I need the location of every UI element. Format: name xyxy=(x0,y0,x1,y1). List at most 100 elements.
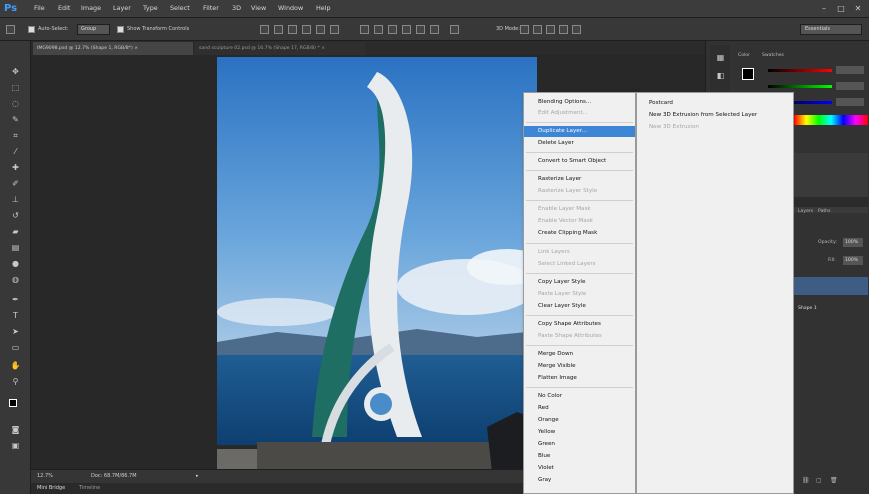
menu-view[interactable]: View xyxy=(251,3,266,14)
lasso-tool-icon[interactable]: ◌ xyxy=(9,97,22,110)
align-vcenter-icon[interactable] xyxy=(274,25,283,34)
menu-item-red[interactable]: Red xyxy=(524,403,635,414)
quick-mask-icon[interactable]: ◙ xyxy=(9,423,22,436)
minimize-button[interactable]: – xyxy=(818,3,830,14)
blur-tool-icon[interactable]: ● xyxy=(9,257,22,270)
green-slider[interactable] xyxy=(768,85,832,88)
menu-item-green[interactable]: Green xyxy=(524,439,635,450)
menu-item-duplicate-layer[interactable]: Duplicate Layer... xyxy=(524,126,635,137)
3d-slide-icon[interactable] xyxy=(559,25,568,34)
tab-document-2[interactable]: sand sculpture 02.psd @ 16.7% (Shape 17,… xyxy=(195,42,365,55)
menu-item-rasterize-layer[interactable]: Rasterize Layer xyxy=(524,174,635,185)
brush-tool-icon[interactable]: ✐ xyxy=(9,177,22,190)
workspace-dropdown[interactable]: Essentials xyxy=(800,24,862,35)
tab-close-icon[interactable]: × xyxy=(321,46,325,51)
distribute-right-icon[interactable] xyxy=(430,25,439,34)
3d-pan-icon[interactable] xyxy=(546,25,555,34)
link-layers-icon[interactable]: ⛓ xyxy=(802,477,810,484)
move-tool-icon[interactable] xyxy=(6,25,15,34)
tab-layers[interactable]: Layers xyxy=(798,207,813,216)
gradient-tool-icon[interactable]: ▤ xyxy=(9,241,22,254)
menu-item-edit-adjustment[interactable]: Edit Adjustment... xyxy=(524,108,635,119)
menu-item-violet[interactable]: Violet xyxy=(524,463,635,474)
red-slider[interactable] xyxy=(768,69,832,72)
tab-color[interactable]: Color xyxy=(738,51,750,60)
eraser-tool-icon[interactable]: ▰ xyxy=(9,225,22,238)
menu-item-convert-smart-object[interactable]: Convert to Smart Object xyxy=(524,156,635,167)
menu-edit[interactable]: Edit xyxy=(58,3,70,14)
tab-timeline[interactable]: Timeline xyxy=(79,485,100,491)
menu-layer[interactable]: Layer xyxy=(113,3,131,14)
menu-item-delete-layer[interactable]: Delete Layer xyxy=(524,138,635,149)
distribute-vcenter-icon[interactable] xyxy=(374,25,383,34)
hand-tool-icon[interactable]: ✋ xyxy=(9,359,22,372)
fill-field[interactable]: 100% xyxy=(843,256,863,265)
healing-brush-tool-icon[interactable]: ✚ xyxy=(9,161,22,174)
menu-file[interactable]: File xyxy=(34,3,45,14)
color-spectrum[interactable] xyxy=(794,115,868,125)
menu-item-orange[interactable]: Orange xyxy=(524,415,635,426)
menu-select[interactable]: Select xyxy=(170,3,190,14)
menu-item-clear-layer-style[interactable]: Clear Layer Style xyxy=(524,301,635,312)
menu-item-merge-visible[interactable]: Merge Visible xyxy=(524,361,635,372)
dodge-tool-icon[interactable]: ◍ xyxy=(9,273,22,286)
menu-3d[interactable]: 3D xyxy=(232,3,241,14)
menu-image[interactable]: Image xyxy=(81,3,101,14)
pen-tool-icon[interactable]: ✒ xyxy=(9,293,22,306)
menu-item-merge-down[interactable]: Merge Down xyxy=(524,349,635,360)
move-tool-icon[interactable]: ✥ xyxy=(9,65,22,78)
maximize-button[interactable]: □ xyxy=(835,3,847,14)
green-value-field[interactable] xyxy=(836,82,864,90)
close-button[interactable]: ✕ xyxy=(852,3,864,14)
menu-item-postcard[interactable]: Postcard xyxy=(637,97,793,109)
crop-tool-icon[interactable]: ⌗ xyxy=(9,129,22,142)
foreground-color-swatch[interactable] xyxy=(742,68,754,80)
menu-item-no-color[interactable]: No Color xyxy=(524,391,635,402)
path-selection-tool-icon[interactable]: ➤ xyxy=(9,325,22,338)
menu-item-yellow[interactable]: Yellow xyxy=(524,427,635,438)
menu-type[interactable]: Type xyxy=(143,3,158,14)
delete-layer-icon[interactable]: 🗑 xyxy=(830,477,838,484)
menu-help[interactable]: Help xyxy=(316,3,331,14)
auto-align-icon[interactable] xyxy=(450,25,459,34)
screen-mode-icon[interactable]: ▣ xyxy=(9,439,22,452)
menu-item-copy-layer-style[interactable]: Copy Layer Style xyxy=(524,277,635,288)
menu-item-blue[interactable]: Blue xyxy=(524,451,635,462)
menu-item-enable-vector-mask[interactable]: Enable Vector Mask xyxy=(524,216,635,227)
menu-item-paste-layer-style[interactable]: Paste Layer Style xyxy=(524,289,635,300)
3d-rotate-icon[interactable] xyxy=(520,25,529,34)
menu-item-enable-layer-mask[interactable]: Enable Layer Mask xyxy=(524,204,635,215)
align-hcenter-icon[interactable] xyxy=(316,25,325,34)
marquee-tool-icon[interactable]: ⬚ xyxy=(9,81,22,94)
distribute-bottom-icon[interactable] xyxy=(388,25,397,34)
menu-filter[interactable]: Filter xyxy=(203,3,219,14)
align-top-icon[interactable] xyxy=(260,25,269,34)
properties-panel-icon[interactable]: ◧ xyxy=(714,69,727,82)
blue-value-field[interactable] xyxy=(836,98,864,106)
auto-select-dropdown[interactable]: Group xyxy=(77,24,110,35)
distribute-hcenter-icon[interactable] xyxy=(416,25,425,34)
align-right-icon[interactable] xyxy=(330,25,339,34)
zoom-tool-icon[interactable]: ⚲ xyxy=(9,375,22,388)
menu-item-paste-shape-attributes[interactable]: Paste Shape Attributes xyxy=(524,331,635,342)
history-panel-icon[interactable]: ▦ xyxy=(714,51,727,64)
eyedropper-tool-icon[interactable]: ⁄ xyxy=(9,145,22,158)
status-menu-arrow-icon[interactable]: ▸ xyxy=(196,473,199,479)
menu-item-blending-options[interactable]: Blending Options... xyxy=(524,97,635,108)
history-brush-tool-icon[interactable]: ↺ xyxy=(9,209,22,222)
menu-item-link-layers[interactable]: Link Layers xyxy=(524,247,635,258)
document-canvas-image[interactable] xyxy=(217,57,537,472)
tab-paths[interactable]: Paths xyxy=(818,207,831,216)
tab-mini-bridge[interactable]: Mini Bridge xyxy=(37,485,65,491)
quick-select-tool-icon[interactable]: ✎ xyxy=(9,113,22,126)
menu-item-flatten-image[interactable]: Flatten Image xyxy=(524,373,635,384)
tab-document-1[interactable]: IMG9098.psd @ 12.7% (Shape 1, RGB/8*) × xyxy=(33,42,193,55)
menu-item-gray[interactable]: Gray xyxy=(524,475,635,486)
foreground-color-swatch[interactable] xyxy=(9,399,22,412)
align-left-icon[interactable] xyxy=(302,25,311,34)
tab-close-icon[interactable]: × xyxy=(134,46,138,51)
3d-roll-icon[interactable] xyxy=(533,25,542,34)
red-value-field[interactable] xyxy=(836,66,864,74)
menu-item-copy-shape-attributes[interactable]: Copy Shape Attributes xyxy=(524,319,635,330)
menu-window[interactable]: Window xyxy=(278,3,303,14)
